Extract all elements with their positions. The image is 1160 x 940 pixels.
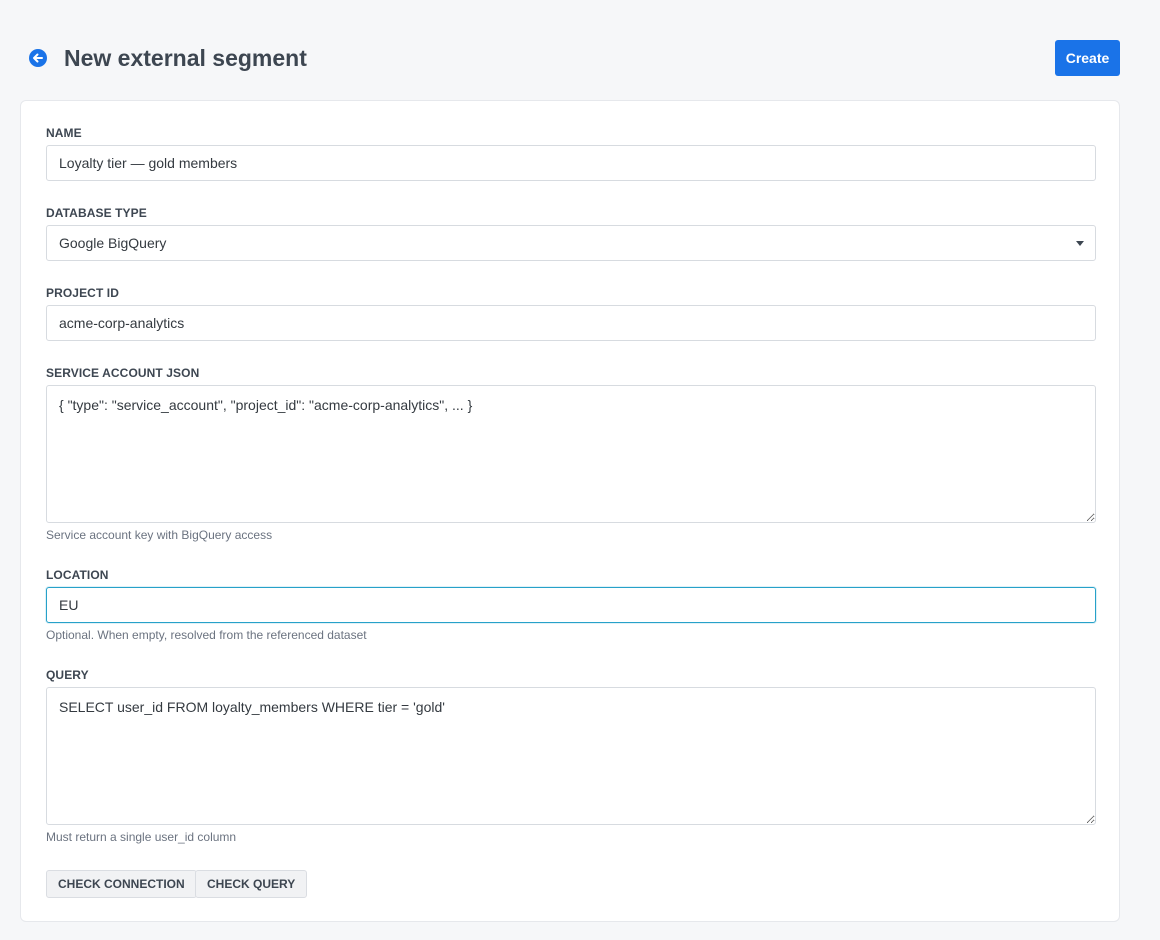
page-title: New external segment [64,45,307,71]
create-button[interactable]: Create [1055,40,1120,76]
database-type-label: DATABASE TYPE [46,206,147,220]
name-input[interactable] [46,145,1096,181]
query-textarea[interactable]: SELECT user_id FROM loyalty_members WHER… [46,687,1096,825]
location-input[interactable] [46,587,1096,623]
project-id-label: PROJECT ID [46,286,120,300]
query-help: Must return a single user_id column [46,830,237,844]
back-arrow-icon[interactable] [29,49,47,67]
project-id-input[interactable] [46,305,1096,341]
caret-down-icon [1076,241,1084,246]
check-query-button[interactable]: CHECK QUERY [195,870,308,898]
service-account-help: Service account key with BigQuery access [46,528,273,542]
service-account-textarea[interactable]: { "type": "service_account", "project_id… [46,385,1096,523]
segment-form-card: NAME DATABASE TYPE Google BigQuery PROJE… [20,100,1120,922]
service-account-label: SERVICE ACCOUNT JSON [46,366,200,380]
database-type-selected: Google BigQuery [59,235,167,251]
page-header: New external segment Create [0,0,1160,100]
location-help: Optional. When empty, resolved from the … [46,628,367,642]
location-label: LOCATION [46,568,109,582]
query-label: QUERY [46,668,89,682]
name-label: NAME [46,126,82,140]
database-type-select[interactable]: Google BigQuery [46,225,1096,261]
check-connection-button[interactable]: CHECK CONNECTION [46,870,197,898]
